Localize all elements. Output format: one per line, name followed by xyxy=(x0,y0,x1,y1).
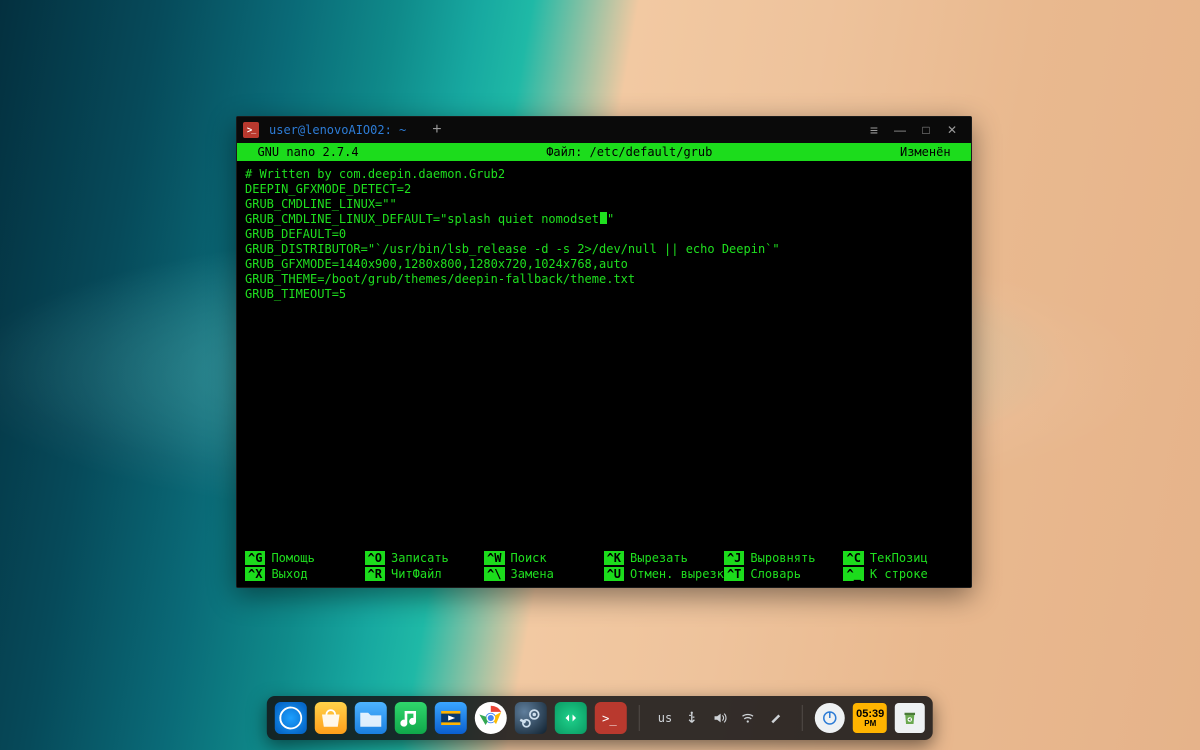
shortcut-key: ^G xyxy=(245,551,265,565)
file-manager-icon[interactable] xyxy=(355,702,387,734)
shortcut-label: Поиск xyxy=(511,551,547,565)
editor-line: GRUB_CMDLINE_LINUX_DEFAULT="splash quiet… xyxy=(245,212,963,227)
editor-line: GRUB_TIMEOUT=5 xyxy=(245,287,963,302)
editor-line: GRUB_DISTRIBUTOR="`/usr/bin/lsb_release … xyxy=(245,242,963,257)
dock-separator xyxy=(802,705,803,731)
clock[interactable]: 05:39 PM xyxy=(853,703,887,733)
window-titlebar[interactable]: user@lenovoAIO02: ~ + ≡ — □ ✕ xyxy=(237,117,971,143)
window-title: user@lenovoAIO02: ~ xyxy=(269,123,406,137)
power-button[interactable] xyxy=(815,703,845,733)
nano-shortcut: ^G Помощь xyxy=(245,551,365,565)
nano-filename: Файл: /etc/default/grub xyxy=(359,145,900,159)
shortcut-key: ^_ xyxy=(843,567,863,581)
editor-line: GRUB_THEME=/boot/grub/themes/deepin-fall… xyxy=(245,272,963,287)
music-icon[interactable] xyxy=(395,702,427,734)
shortcut-label: Отмен. вырезк xyxy=(630,567,724,581)
launcher-icon[interactable] xyxy=(275,702,307,734)
trash-icon[interactable] xyxy=(895,703,925,733)
app-store-icon[interactable] xyxy=(315,702,347,734)
wifi-icon[interactable] xyxy=(740,710,756,726)
editor-line: DEEPIN_GFXMODE_DETECT=2 xyxy=(245,182,963,197)
window-menu-button[interactable]: ≡ xyxy=(861,117,887,143)
shortcut-key: ^\ xyxy=(484,567,504,581)
shortcut-label: К строке xyxy=(870,567,928,581)
shortcut-label: Помощь xyxy=(271,551,314,565)
shortcut-key: ^X xyxy=(245,567,265,581)
shortcut-key: ^J xyxy=(724,551,744,565)
shortcut-label: Вырезать xyxy=(630,551,688,565)
editor-line: # Written by com.deepin.daemon.Grub2 xyxy=(245,167,963,182)
new-tab-button[interactable]: + xyxy=(432,122,441,138)
device-icon[interactable] xyxy=(768,710,784,726)
nano-modified: Изменён xyxy=(900,145,965,159)
system-tray: us xyxy=(652,710,790,726)
window-close-button[interactable]: ✕ xyxy=(939,117,965,143)
shortcut-label: Замена xyxy=(511,567,554,581)
shortcut-key: ^W xyxy=(484,551,504,565)
shortcut-label: Записать xyxy=(391,551,449,565)
nano-shortcut: ^\ Замена xyxy=(484,567,604,581)
desktop: user@lenovoAIO02: ~ + ≡ — □ ✕ GNU nano 2… xyxy=(0,0,1200,750)
nano-editor-area[interactable]: # Written by com.deepin.daemon.Grub2DEEP… xyxy=(237,161,971,549)
shortcut-key: ^R xyxy=(365,567,385,581)
terminal-app-icon xyxy=(243,122,259,138)
chrome-icon[interactable] xyxy=(475,702,507,734)
shortcut-key: ^K xyxy=(604,551,624,565)
nano-shortcut: ^O Записать xyxy=(365,551,485,565)
shortcut-key: ^O xyxy=(365,551,385,565)
nano-header-bar: GNU nano 2.7.4 Файл: /etc/default/grub И… xyxy=(237,143,971,161)
nano-shortcut: ^C ТекПозиц xyxy=(843,551,963,565)
editor-line: GRUB_CMDLINE_LINUX="" xyxy=(245,197,963,212)
shortcut-label: Выход xyxy=(271,567,307,581)
nano-shortcut: ^U Отмен. вырезк xyxy=(604,567,724,581)
code-editor-icon[interactable] xyxy=(555,702,587,734)
window-maximize-button[interactable]: □ xyxy=(913,117,939,143)
shortcut-label: Словарь xyxy=(750,567,801,581)
movie-icon[interactable] xyxy=(435,702,467,734)
shortcut-key: ^C xyxy=(843,551,863,565)
shortcut-label: Выровнять xyxy=(750,551,815,565)
keyboard-layout-indicator[interactable]: us xyxy=(658,711,672,725)
nano-shortcut: ^J Выровнять xyxy=(724,551,844,565)
shortcut-label: ЧитФайл xyxy=(391,567,442,581)
svg-text:>_: >_ xyxy=(602,711,617,725)
clock-time: 05:39 xyxy=(856,709,884,720)
nano-shortcut: ^T Словарь xyxy=(724,567,844,581)
shortcut-key: ^T xyxy=(724,567,744,581)
terminal-icon[interactable]: >_ xyxy=(595,702,627,734)
clock-suffix: PM xyxy=(864,720,876,728)
window-minimize-button[interactable]: — xyxy=(887,117,913,143)
nano-shortcut: ^X Выход xyxy=(245,567,365,581)
editor-line: GRUB_DEFAULT=0 xyxy=(245,227,963,242)
volume-icon[interactable] xyxy=(712,710,728,726)
terminal-window: user@lenovoAIO02: ~ + ≡ — □ ✕ GNU nano 2… xyxy=(236,116,972,588)
nano-shortcut: ^R ЧитФайл xyxy=(365,567,485,581)
nano-shortcut: ^W Поиск xyxy=(484,551,604,565)
shortcut-key: ^U xyxy=(604,567,624,581)
nano-shortcut: ^_ К строке xyxy=(843,567,963,581)
steam-icon[interactable] xyxy=(515,702,547,734)
nano-shortcut: ^K Вырезать xyxy=(604,551,724,565)
shortcut-label: ТекПозиц xyxy=(870,551,928,565)
editor-line: GRUB_GFXMODE=1440x900,1280x800,1280x720,… xyxy=(245,257,963,272)
nano-version: GNU nano 2.7.4 xyxy=(243,145,359,159)
usb-icon[interactable] xyxy=(684,710,700,726)
text-cursor xyxy=(600,212,607,224)
dock-separator xyxy=(639,705,640,731)
dock: >_ us 05:39 PM xyxy=(267,696,933,740)
nano-shortcut-bar: ^G Помощь ^O Записать ^W Поиск ^K Вырезать ^J Выр… xyxy=(237,549,971,587)
